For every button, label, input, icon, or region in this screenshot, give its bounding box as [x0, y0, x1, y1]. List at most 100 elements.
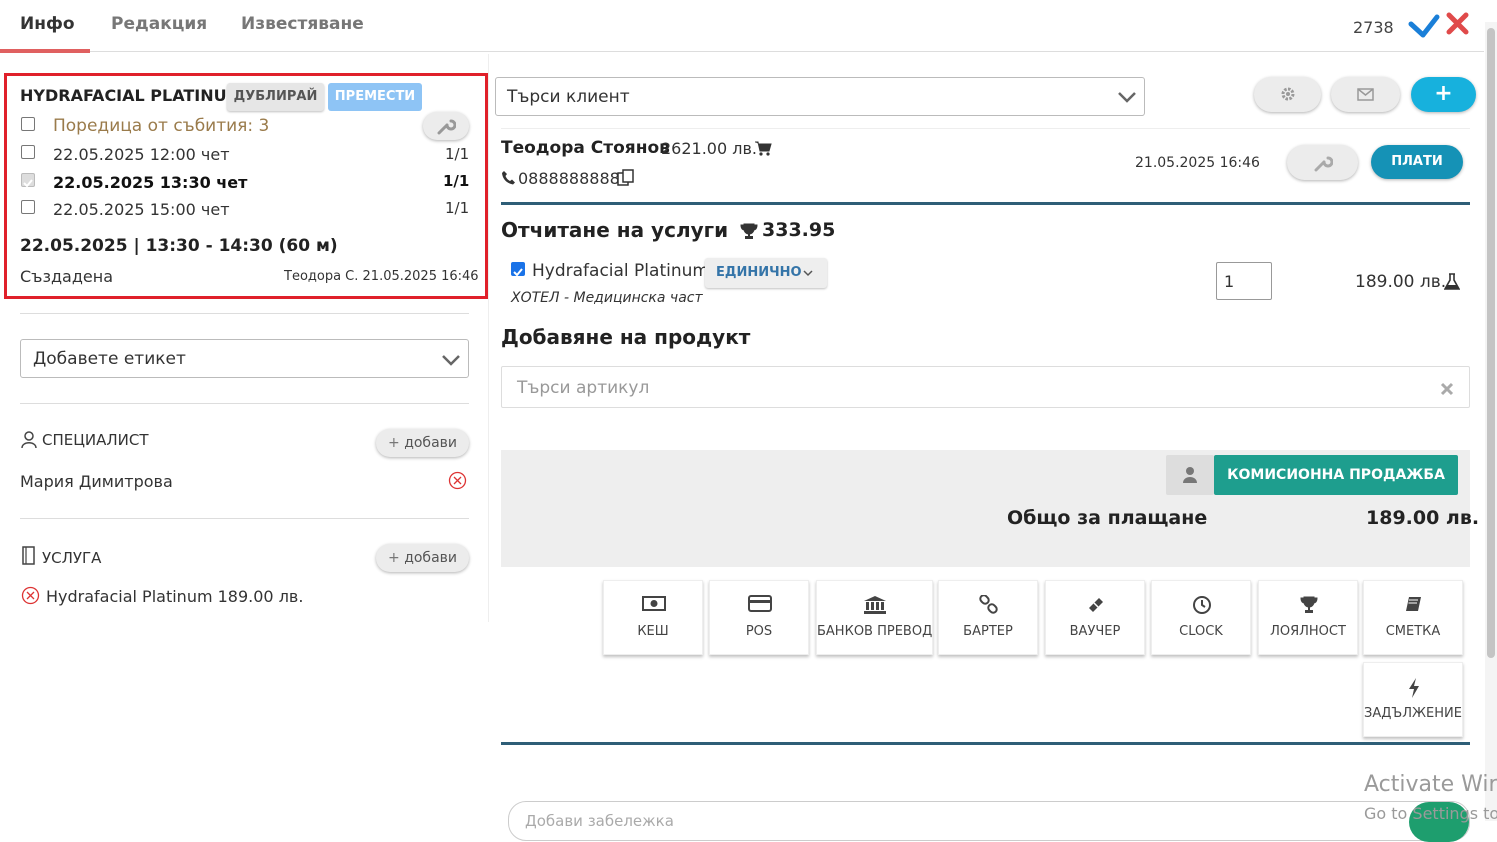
payment-clock-button[interactable]: CLOCK [1151, 580, 1251, 655]
scrollbar-track[interactable] [1485, 22, 1497, 821]
cart-icon[interactable] [754, 140, 772, 156]
plus-icon: + [388, 435, 400, 451]
user-icon [21, 431, 37, 449]
service-heading: УСЛУГА [42, 549, 102, 567]
service-item: Hydrafacial Platinum 189.00 лв. [46, 587, 304, 606]
quantity-input[interactable]: 1 [1216, 262, 1272, 300]
add-service-button[interactable]: + добави [376, 544, 469, 572]
tab-bar: Инфо Редакция Известяване [0, 0, 1484, 53]
email-button[interactable] [1331, 77, 1400, 112]
client-name[interactable]: Теодора Стоянов [501, 138, 670, 158]
clock-icon [1193, 596, 1211, 614]
cash-icon [642, 596, 666, 611]
payment-label: POS [745, 624, 773, 639]
payment-cash-button[interactable]: КЕШ [603, 580, 703, 655]
phone-icon [502, 171, 515, 185]
specialist-name: Мария Димитрова [20, 472, 173, 491]
book-icon [1406, 597, 1421, 611]
payment-label: БАРТЕР [963, 624, 1013, 639]
divider [20, 518, 469, 519]
wrench-icon [437, 119, 457, 135]
series-checkbox[interactable] [21, 117, 35, 131]
close-icon[interactable] [1445, 11, 1471, 37]
watermark-line1: Activate Wir [1364, 772, 1497, 797]
services-heading: Отчитане на услуги [501, 218, 729, 242]
settings-button[interactable] [1254, 77, 1321, 112]
tag-select[interactable]: Добавете етикет [20, 339, 469, 378]
tab-notification[interactable]: Известяване [241, 14, 364, 34]
loyalty-points: 333.95 [762, 219, 836, 241]
payment-loyalty-button[interactable]: ЛОЯЛНОСТ [1258, 580, 1358, 655]
plus-icon: + [1434, 81, 1453, 106]
service-mode-label: ЕДИНИЧНО [716, 265, 802, 280]
check-icon[interactable] [1408, 13, 1440, 39]
product-search-placeholder: Търси артикул [517, 378, 650, 398]
pay-button[interactable]: ПЛАТИ [1371, 145, 1463, 179]
service-line-location: ХОТЕЛ - Медицинска част [511, 290, 703, 306]
payment-voucher-button[interactable]: ВАУЧЕР [1045, 580, 1145, 655]
envelope-icon [1357, 88, 1374, 101]
trophy-icon [1300, 596, 1318, 613]
clear-icon[interactable] [1440, 382, 1454, 396]
duplicate-button[interactable]: ДУБЛИРАЙ [227, 83, 324, 111]
service-line-name: Hydrafacial Platinum [532, 261, 709, 281]
client-balance: 2621.00 лв. [661, 139, 757, 158]
remove-circle-icon[interactable] [448, 471, 467, 490]
event-checkbox-current[interactable] [21, 173, 35, 188]
payment-debt-button[interactable]: ЗАДЪЛЖЕНИЕ [1363, 662, 1463, 737]
tab-edit[interactable]: Редакция [111, 14, 207, 34]
event-label-current[interactable]: 22.05.2025 13:30 чет [53, 173, 247, 192]
tab-info[interactable]: Инфо [20, 14, 75, 34]
remove-circle-icon[interactable] [21, 586, 40, 605]
chevron-down-icon [1118, 92, 1136, 103]
divider [501, 128, 1470, 129]
event-count: 1/1 [443, 172, 470, 190]
client-phone: 0888888888 [518, 169, 620, 188]
checkmark-icon [513, 268, 523, 277]
add-client-button[interactable]: + [1411, 77, 1476, 112]
service-mode-dropdown[interactable]: ЕДИНИЧНО [705, 258, 827, 288]
service-title: HYDRAFACIAL PLATINUM [20, 86, 243, 105]
product-heading: Добавяне на продукт [501, 325, 751, 349]
payment-label: СМЕТКА [1385, 624, 1441, 639]
move-button[interactable]: ПРЕМЕСТИ [328, 83, 422, 111]
product-search-input[interactable]: Търси артикул [501, 366, 1470, 408]
payment-bank-button[interactable]: БАНКОВ ПРЕВОД [816, 580, 933, 655]
service-line-checkbox[interactable] [511, 262, 525, 277]
client-settings-button[interactable] [1287, 145, 1358, 180]
booking-datetime: 22.05.2025 | 13:30 - 14:30 (60 м) [20, 236, 338, 256]
payment-barter-button[interactable]: БАРТЕР [938, 580, 1038, 655]
payment-label: ЗАДЪЛЖЕНИЕ [1364, 706, 1462, 721]
chevron-down-icon [803, 270, 813, 277]
payment-account-button[interactable]: СМЕТКА [1363, 580, 1463, 655]
tag-select-placeholder: Добавете етикет [33, 349, 186, 369]
ticket-id: 2738 [1353, 18, 1394, 37]
event-label[interactable]: 22.05.2025 12:00 чет [53, 145, 230, 164]
event-label[interactable]: 22.05.2025 15:00 чет [53, 200, 230, 219]
total-value: 189.00 лв. [1366, 507, 1480, 529]
booking-status: Създадена [20, 267, 114, 286]
client-search[interactable]: Търси клиент [495, 77, 1145, 116]
checkmark-icon [23, 179, 33, 188]
plus-icon: + [388, 550, 400, 566]
payment-label: ВАУЧЕР [1069, 624, 1121, 639]
series-settings-button[interactable] [423, 112, 469, 140]
add-specialist-button[interactable]: + добави [376, 429, 469, 457]
commission-user-button[interactable] [1166, 455, 1214, 495]
divider [20, 403, 469, 404]
quantity-value: 1 [1224, 272, 1235, 291]
event-checkbox[interactable] [21, 200, 35, 214]
event-checkbox[interactable] [21, 145, 35, 159]
copy-icon[interactable] [617, 169, 635, 187]
note-input[interactable]: Добави забележка [508, 801, 1470, 841]
payment-pos-button[interactable]: POS [709, 580, 809, 655]
scrollbar-thumb[interactable] [1487, 28, 1495, 658]
watermark-line2: Go to Settings to [1364, 804, 1497, 823]
flask-icon[interactable] [1444, 273, 1460, 290]
ticket-icon [1089, 598, 1103, 612]
user-icon [1183, 467, 1197, 483]
payment-label: ЛОЯЛНОСТ [1270, 624, 1346, 639]
commission-sale-button[interactable]: КОМИСИОННА ПРОДАЖБА [1214, 455, 1458, 495]
payment-label: КЕШ [637, 624, 669, 639]
add-service-label: добави [404, 550, 457, 566]
